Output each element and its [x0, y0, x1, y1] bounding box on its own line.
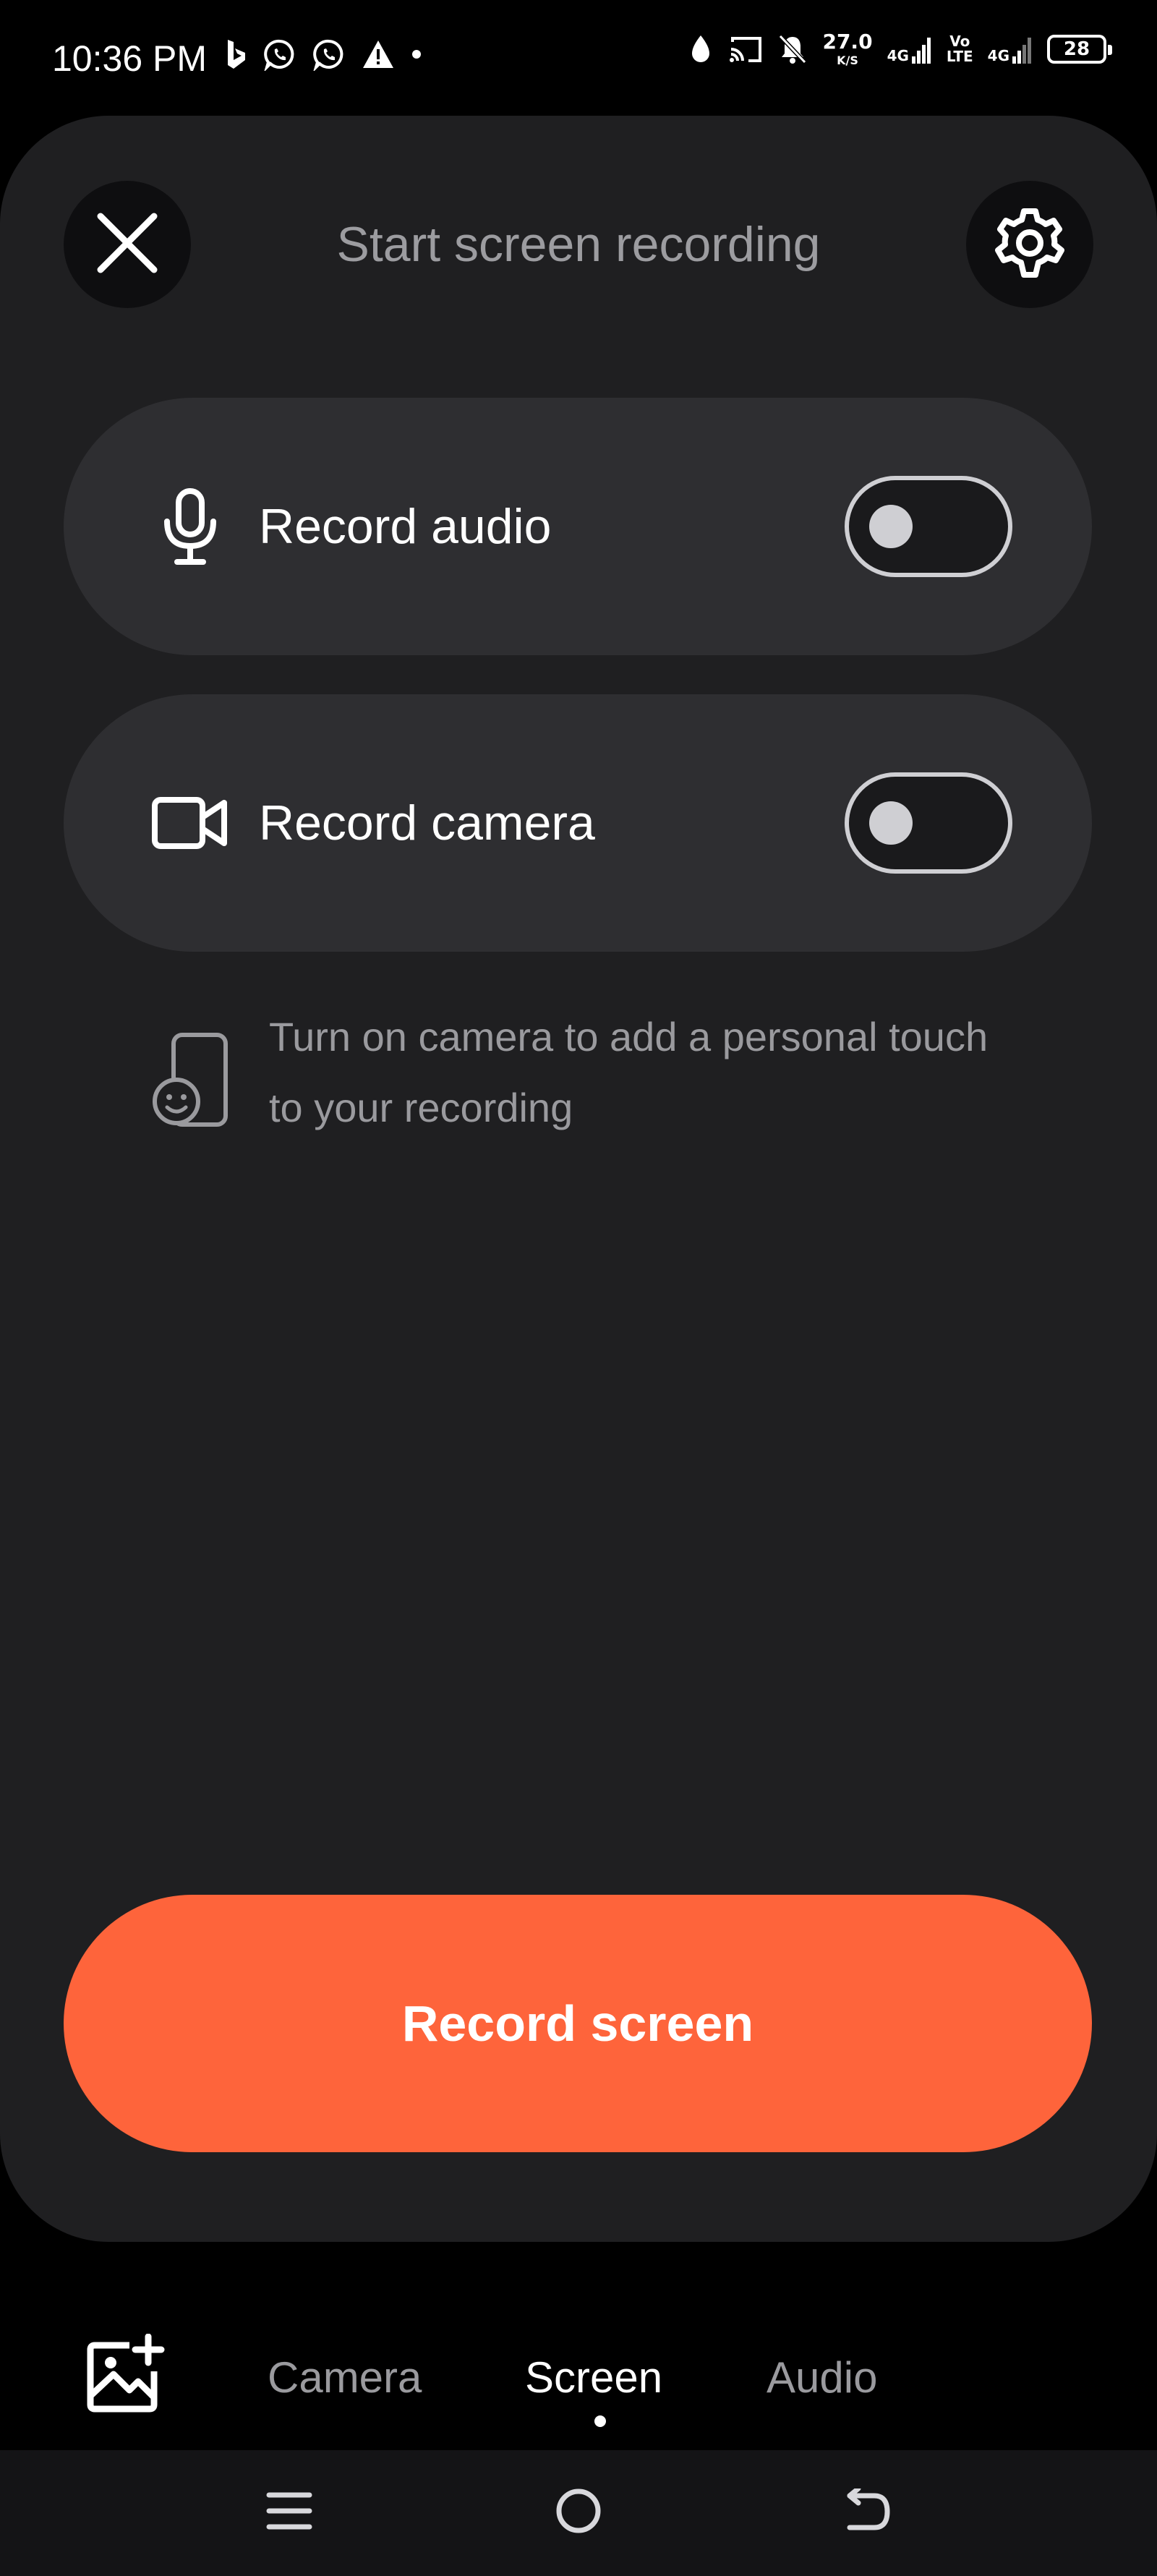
add-image-icon — [85, 2333, 166, 2418]
record-camera-toggle[interactable] — [845, 772, 1012, 874]
camera-hint-text: Turn on camera to add a personal touch t… — [269, 1014, 989, 1130]
volte-label: Vo LTE — [946, 33, 973, 65]
home-icon — [555, 2487, 602, 2538]
warning-icon — [362, 39, 395, 69]
tab-camera[interactable]: Camera — [268, 2350, 422, 2405]
sim2-label: 4G — [987, 47, 1009, 64]
signal-icon: 4G — [887, 35, 932, 64]
menu-icon — [266, 2489, 312, 2536]
video-camera-icon — [136, 769, 244, 877]
system-nav-bar — [0, 2450, 1157, 2576]
record-screen-label: Record screen — [401, 1995, 754, 2052]
tab-screen[interactable]: Screen — [525, 2350, 662, 2405]
system-status-icons: 27.0 K/S 4G Vo LTE 4G 28 — [688, 32, 1112, 67]
network-speed: 27.0 K/S — [822, 32, 872, 67]
mode-tab-bar: Camera Screen Audio — [0, 2300, 1157, 2444]
record-audio-toggle[interactable] — [845, 476, 1012, 577]
tab-audio[interactable]: Audio — [767, 2350, 877, 2405]
phone-face-icon — [152, 1031, 231, 1132]
data-saver-icon — [688, 33, 714, 65]
sim1-label: 4G — [887, 47, 909, 64]
record-screen-button[interactable]: Record screen — [64, 1895, 1092, 2152]
gear-icon — [994, 207, 1066, 283]
notification-icons — [226, 38, 422, 71]
toggle-knob — [869, 505, 913, 548]
dot-icon — [411, 48, 422, 60]
record-camera-label: Record camera — [259, 796, 595, 850]
bell-off-icon — [777, 33, 808, 65]
toggle-knob — [869, 801, 913, 845]
close-button[interactable] — [64, 181, 191, 308]
microphone-icon — [136, 472, 244, 581]
recent-apps-button[interactable] — [253, 2476, 325, 2549]
bing-icon — [226, 38, 247, 70]
add-image-button[interactable] — [78, 2329, 172, 2423]
whatsapp-icon — [263, 38, 296, 71]
home-button[interactable] — [542, 2476, 615, 2549]
whatsapp-icon — [312, 38, 346, 71]
status-bar: 10:36 PM 27.0 K/S 4G Vo LTE 4G 28 — [0, 0, 1157, 116]
record-audio-label: Record audio — [259, 499, 552, 554]
network-speed-value: 27.0 — [822, 30, 873, 54]
back-button[interactable] — [832, 2476, 904, 2549]
cast-icon — [728, 35, 763, 64]
back-icon — [844, 2486, 892, 2537]
active-tab-indicator — [594, 2415, 606, 2427]
status-time: 10:36 PM — [52, 38, 208, 79]
screen-recording-sheet: Start screen recording Record audio Reco… — [0, 116, 1157, 2242]
close-icon — [95, 210, 160, 279]
record-camera-row[interactable]: Record camera — [64, 694, 1092, 952]
settings-button[interactable] — [966, 181, 1093, 308]
network-speed-unit: K/S — [837, 54, 858, 67]
camera-hint: Turn on camera to add a personal touch t… — [152, 1002, 1020, 1175]
sheet-title: Start screen recording — [336, 217, 821, 272]
battery-level: 28 — [1063, 38, 1090, 60]
signal-icon: 4G — [988, 35, 1033, 64]
record-audio-row[interactable]: Record audio — [64, 398, 1092, 655]
battery-icon: 28 — [1047, 35, 1112, 64]
